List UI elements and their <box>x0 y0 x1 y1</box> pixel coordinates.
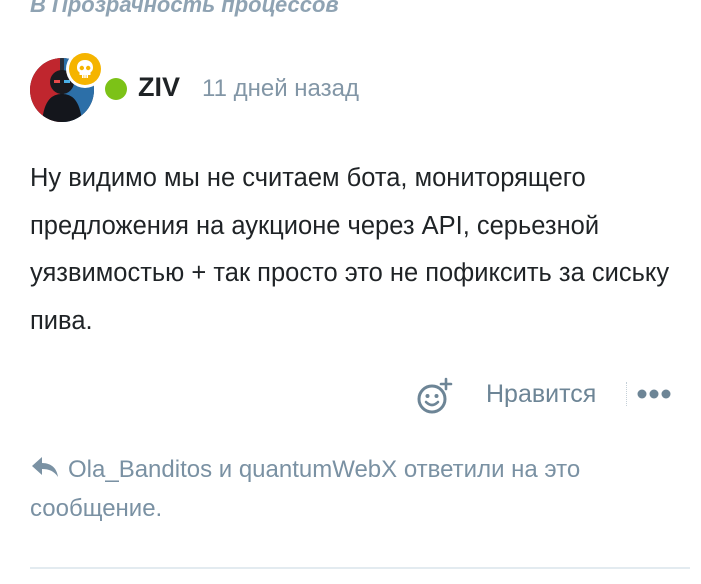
more-icon[interactable] <box>636 382 672 406</box>
rank-badge <box>66 50 104 88</box>
post-body: Ну видимо мы не считаем бота, мониторяще… <box>30 164 670 335</box>
actions-separator <box>626 382 627 406</box>
post-actions: Нравится <box>0 372 701 420</box>
add-reaction-icon[interactable] <box>414 376 454 416</box>
reply-icon <box>30 452 60 477</box>
breadcrumb[interactable]: В Прозрачность процессов <box>30 0 339 18</box>
online-status-dot <box>105 78 127 100</box>
post-header: ZIV 11 дней назад <box>30 50 670 126</box>
replies-info[interactable]: Ola_Banditos и quantumWebX ответили на э… <box>30 450 670 528</box>
post-time[interactable]: 11 дней назад <box>202 75 359 103</box>
author-name[interactable]: ZIV <box>138 72 180 103</box>
post-divider <box>30 567 690 569</box>
replies-text: Ola_Banditos и quantumWebX ответили на э… <box>30 456 581 522</box>
like-button[interactable]: Нравится <box>486 380 596 409</box>
skull-icon <box>77 60 93 78</box>
